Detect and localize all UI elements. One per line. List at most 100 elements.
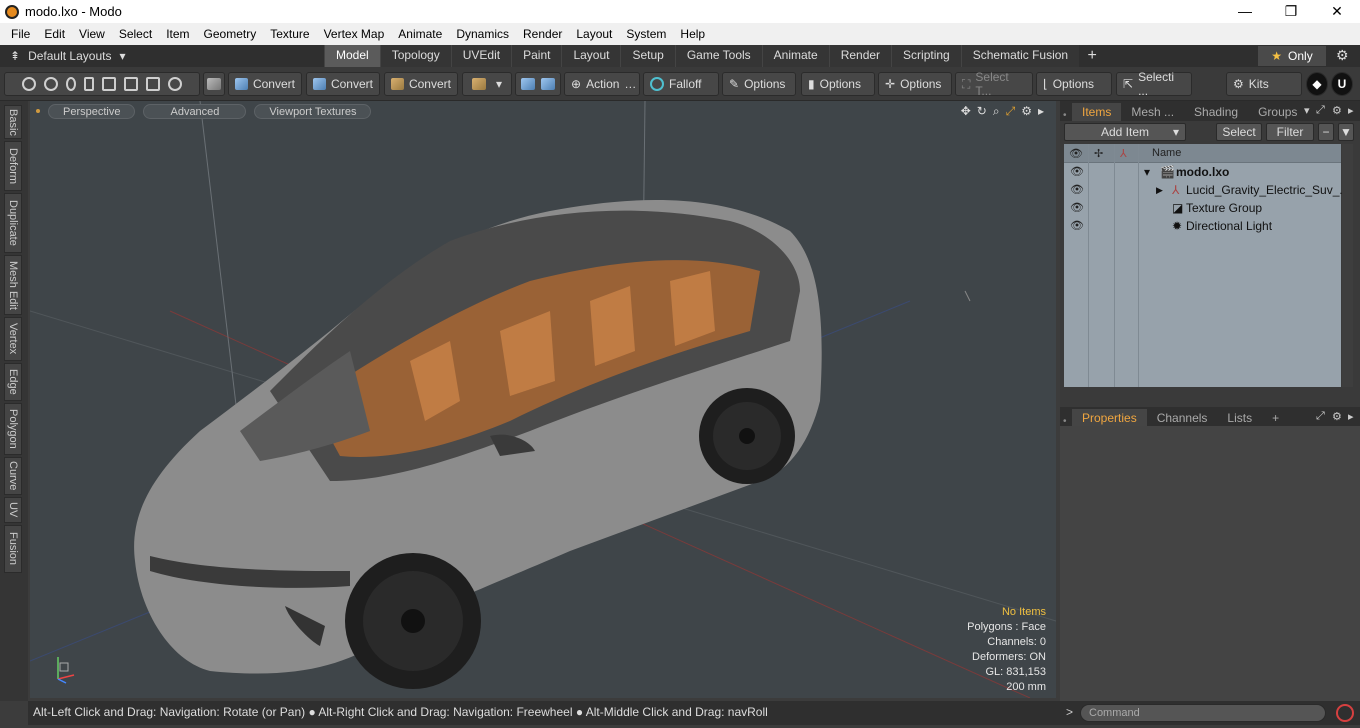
- select-through-button[interactable]: ⛶ Select T...: [955, 70, 1033, 98]
- polygon-mode-icon[interactable]: [124, 77, 138, 91]
- falloff-button[interactable]: Falloff: [643, 72, 719, 96]
- menu-help[interactable]: Help: [673, 27, 712, 41]
- rotate-icon[interactable]: ↻: [977, 104, 987, 119]
- menu-file[interactable]: File: [4, 27, 37, 41]
- menu-layout[interactable]: Layout: [569, 27, 619, 41]
- menu-animate[interactable]: Animate: [391, 27, 449, 41]
- select-button[interactable]: Select: [1216, 123, 1262, 141]
- item-list-scrollbar[interactable]: [1342, 144, 1353, 387]
- tab-uvedit[interactable]: UVEdit: [450, 45, 512, 67]
- eye-icon[interactable]: 👁: [1070, 165, 1084, 178]
- maximize-button[interactable]: ❐: [1268, 0, 1314, 23]
- car-model[interactable]: [134, 199, 822, 689]
- gear-icon[interactable]: ⚙: [1332, 410, 1342, 423]
- collapse-button[interactable]: −: [1318, 123, 1334, 141]
- gear-icon[interactable]: ⚙: [1332, 104, 1342, 117]
- options-button-4[interactable]: ⌊ Options: [1036, 72, 1112, 96]
- tab-properties[interactable]: Properties: [1072, 409, 1147, 427]
- advanced-dropdown[interactable]: Advanced: [143, 103, 247, 119]
- selection-sets-button[interactable]: ⇱ Selecti ...: [1116, 70, 1192, 98]
- globe-icon[interactable]: [44, 77, 58, 91]
- menu-vertex-map[interactable]: Vertex Map: [317, 27, 392, 41]
- side-tab-duplicate[interactable]: Duplicate: [4, 193, 22, 253]
- convert-button-1[interactable]: Convert: [228, 72, 302, 96]
- item-mode-icon[interactable]: [146, 77, 160, 91]
- move-icon[interactable]: ✥: [961, 104, 971, 119]
- expand-arrow-icon[interactable]: ▾: [1144, 165, 1150, 179]
- side-tab-vertex[interactable]: Vertex: [4, 317, 22, 361]
- tab-topology[interactable]: Topology: [379, 45, 451, 67]
- options-button-2[interactable]: ▮ Options: [801, 72, 875, 96]
- zoom-icon[interactable]: ⌕: [993, 104, 1000, 119]
- filter-button[interactable]: Filter: [1266, 123, 1314, 141]
- only-toggle[interactable]: ★ Only: [1258, 46, 1326, 66]
- tab-layout[interactable]: Layout: [561, 45, 621, 67]
- menu-system[interactable]: System: [619, 27, 673, 41]
- tab-paint[interactable]: Paint: [511, 45, 562, 67]
- axis-column-icon[interactable]: ⅄: [1120, 147, 1127, 160]
- symmetry-group[interactable]: [515, 72, 561, 96]
- tab-model[interactable]: Model: [324, 45, 380, 67]
- arrow-right-icon[interactable]: ▸: [1348, 104, 1354, 117]
- lock-column-icon[interactable]: ✢: [1094, 147, 1103, 160]
- menu-render[interactable]: Render: [516, 27, 569, 41]
- side-tab-deform[interactable]: Deform: [4, 141, 22, 191]
- 3d-viewport[interactable]: Perspective Advanced Viewport Textures ✥…: [30, 101, 1056, 698]
- layouts-dropdown[interactable]: ⇞ Default Layouts ▾: [0, 49, 150, 63]
- maximize-icon[interactable]: ⤢: [1006, 104, 1016, 119]
- arrow-right-icon[interactable]: ▸: [1348, 410, 1354, 423]
- side-tab-curve[interactable]: Curve: [4, 457, 22, 495]
- funnel-icon[interactable]: ▼: [1338, 123, 1354, 141]
- close-button[interactable]: ✕: [1314, 0, 1360, 23]
- eye-column-icon[interactable]: 👁: [1069, 147, 1083, 160]
- expand-arrow-icon[interactable]: ▶: [1156, 185, 1163, 196]
- viewport-menu-dot[interactable]: [36, 109, 40, 113]
- eye-icon[interactable]: 👁: [1070, 219, 1084, 232]
- tab-setup[interactable]: Setup: [620, 45, 675, 67]
- side-tab-uv[interactable]: UV: [4, 497, 22, 523]
- command-input[interactable]: Command: [1080, 704, 1326, 722]
- menu-view[interactable]: View: [72, 27, 112, 41]
- arrow-right-icon[interactable]: ▸: [1038, 104, 1044, 119]
- tab-lists[interactable]: Lists: [1217, 409, 1262, 427]
- add-tab-button[interactable]: +: [1262, 409, 1289, 427]
- tab-game-tools[interactable]: Game Tools: [674, 45, 762, 67]
- add-tab-button[interactable]: +: [1079, 45, 1105, 67]
- side-tab-mesh-edit[interactable]: Mesh Edit: [4, 255, 22, 315]
- shaded-cube-button[interactable]: [203, 72, 225, 96]
- tab-groups[interactable]: Groups: [1248, 103, 1307, 121]
- pen-icon[interactable]: [66, 77, 76, 91]
- gear-icon[interactable]: ⚙: [1021, 104, 1032, 119]
- side-tab-fusion[interactable]: Fusion: [4, 525, 22, 573]
- add-item-dropdown[interactable]: Add Item ▾: [1064, 123, 1186, 141]
- chevron-down-icon[interactable]: ▾: [1304, 104, 1310, 117]
- chevron-right-icon[interactable]: >: [1066, 705, 1073, 719]
- menu-geometry[interactable]: Geometry: [197, 27, 264, 41]
- item-row-texture-group[interactable]: 👁 ◪ Texture Group: [1064, 199, 1341, 217]
- item-row-mesh[interactable]: 👁 ▶ ⅄ Lucid_Gravity_Electric_Suv_...: [1064, 181, 1349, 199]
- perspective-dropdown[interactable]: Perspective: [48, 103, 136, 119]
- tab-animate[interactable]: Animate: [761, 45, 829, 67]
- eye-icon[interactable]: 👁: [1070, 183, 1084, 196]
- menu-select[interactable]: Select: [112, 27, 159, 41]
- expand-icon[interactable]: ⤢: [1316, 410, 1325, 423]
- tab-render[interactable]: Render: [828, 45, 892, 67]
- vertex-mode-icon[interactable]: [22, 77, 36, 91]
- brush-icon[interactable]: [84, 77, 94, 91]
- expand-icon[interactable]: ⤢: [1316, 104, 1325, 117]
- action-center-button[interactable]: ⊕ Action…: [564, 72, 640, 96]
- tab-items[interactable]: Items: [1072, 103, 1122, 121]
- options-button-1[interactable]: ✎ Options: [722, 72, 796, 96]
- menu-texture[interactable]: Texture: [263, 27, 316, 41]
- eye-icon[interactable]: 👁: [1070, 201, 1084, 214]
- convert-button-2[interactable]: Convert: [306, 72, 380, 96]
- side-tab-basic[interactable]: Basic: [4, 105, 22, 139]
- mesh-dropdown[interactable]: ▾: [462, 72, 512, 96]
- item-row-scene[interactable]: 👁 ▾ 🎬 modo.lxo: [1064, 163, 1341, 181]
- menu-edit[interactable]: Edit: [37, 27, 72, 41]
- viewport-textures-dropdown[interactable]: Viewport Textures: [254, 103, 372, 119]
- edge-mode-icon[interactable]: [102, 77, 116, 91]
- item-row-directional-light[interactable]: 👁 ✹ Directional Light: [1064, 217, 1341, 235]
- side-tab-polygon[interactable]: Polygon: [4, 403, 22, 455]
- unity-button[interactable]: ◆: [1306, 72, 1328, 96]
